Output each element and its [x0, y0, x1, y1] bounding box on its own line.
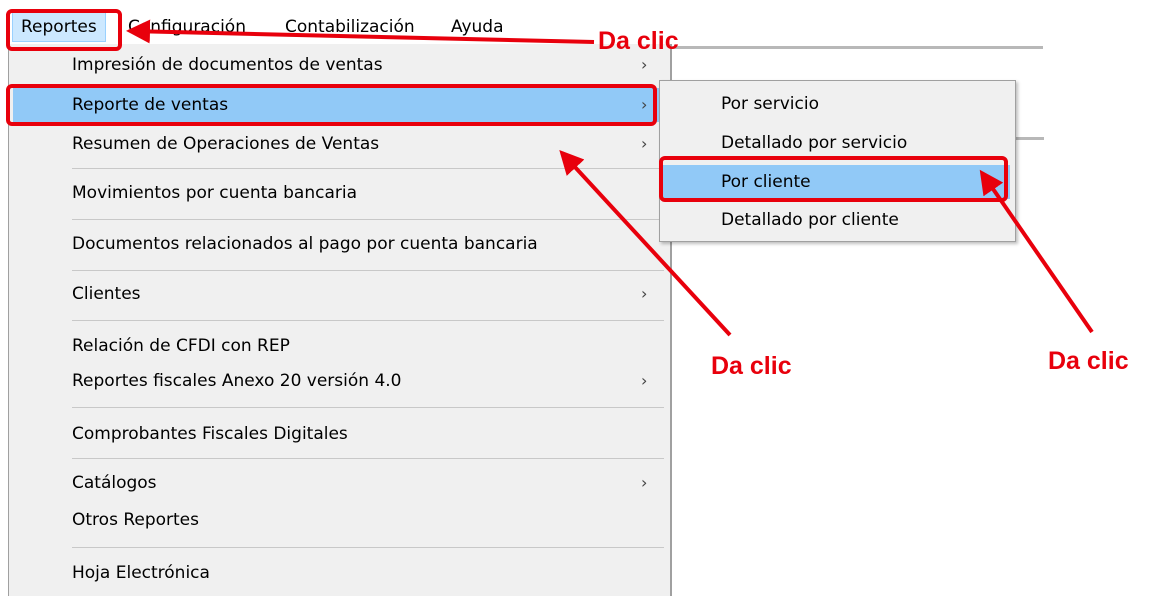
annotation-arrows: [126, 19, 1094, 337]
arrow-to-reportes: [126, 19, 595, 44]
callout-da-clic-por-cliente: Da clic: [1048, 347, 1129, 375]
callout-da-clic-reporte-ventas: Da clic: [711, 352, 792, 380]
arrow-to-resumen: [559, 150, 732, 337]
callout-da-clic-menu: Da clic: [598, 27, 679, 55]
arrow-to-por-cliente: [979, 169, 1094, 334]
